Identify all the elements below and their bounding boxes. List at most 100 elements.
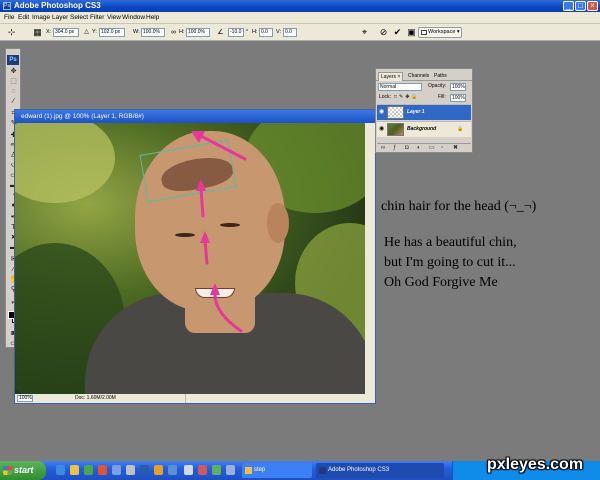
blend-mode-select[interactable]: Normal xyxy=(378,83,422,91)
vertical-scrollbar[interactable] xyxy=(365,123,375,394)
quicklaunch-extra4-icon[interactable] xyxy=(168,465,177,475)
angle-field[interactable]: -10.0 xyxy=(228,28,244,37)
layer-thumbnail-photo xyxy=(387,123,404,136)
eye-icon[interactable]: ◉ xyxy=(379,126,385,132)
h-skew-field[interactable]: 0.0 xyxy=(259,28,273,37)
layers-panel-tabs: Layers × Channels Paths xyxy=(376,71,472,81)
annotation-arrows xyxy=(191,131,247,333)
menu-window[interactable]: Window xyxy=(122,14,145,22)
quicklaunch-media-icon[interactable] xyxy=(84,465,93,475)
warp-icon[interactable]: ⌖ xyxy=(359,27,370,38)
link-layers-icon[interactable]: ∞ xyxy=(381,145,385,152)
layer-mask-icon[interactable]: ◘ xyxy=(405,145,409,152)
task-label: step xyxy=(254,467,266,473)
layer-name[interactable]: Layer 1 xyxy=(407,109,425,116)
quicklaunch-extra6-icon[interactable] xyxy=(198,465,207,475)
quicklaunch-ie-icon[interactable] xyxy=(56,465,65,475)
relative-position-icon[interactable]: △ xyxy=(81,27,92,38)
layer-row-layer-1[interactable]: ◉ Layer 1 xyxy=(377,104,471,120)
marquee-tool-icon[interactable]: ⬚ xyxy=(8,77,19,86)
quicklaunch-extra3-icon[interactable] xyxy=(154,465,163,475)
move-tool-preset-icon[interactable]: ⊹ xyxy=(6,27,17,38)
minimize-button[interactable]: _ xyxy=(563,1,574,11)
menu-help[interactable]: Help xyxy=(146,14,159,22)
doc-info[interactable]: Doc: 1.60M/2.00M xyxy=(75,394,116,403)
magic-wand-tool-icon[interactable]: ⁄ xyxy=(8,97,19,106)
layers-panel: Layers × Channels Paths Normal Opacity: … xyxy=(375,68,473,153)
watermark: pxleyes.com xyxy=(487,456,584,473)
quicklaunch-folder-icon[interactable] xyxy=(70,465,79,475)
menu-edit[interactable]: Edit xyxy=(18,14,29,22)
menu-file[interactable]: File xyxy=(4,14,14,22)
quicklaunch-app-icon[interactable] xyxy=(98,465,107,475)
quicklaunch-extra5-icon[interactable] xyxy=(184,465,193,475)
quicklaunch-extra2-icon[interactable] xyxy=(140,465,149,475)
photoshop-logo-icon: Ps xyxy=(3,2,11,10)
lock-label: Lock: xyxy=(379,94,391,100)
quicklaunch-desktop-icon[interactable] xyxy=(112,465,121,475)
y-field[interactable]: 102.0 px xyxy=(99,28,125,37)
eye-icon[interactable]: ◉ xyxy=(379,109,385,115)
x-field[interactable]: 304.0 px xyxy=(53,28,79,37)
menu-layer[interactable]: Layer xyxy=(52,14,68,22)
new-layer-icon[interactable]: ▫ xyxy=(441,145,443,152)
quicklaunch-extra7-icon[interactable] xyxy=(212,465,221,475)
move-tool-icon[interactable]: ✥ xyxy=(8,67,19,76)
tab-layers[interactable]: Layers × xyxy=(378,72,404,81)
lasso-tool-icon[interactable]: ◌ xyxy=(8,87,19,96)
start-label: start xyxy=(14,465,34,475)
zoom-field[interactable]: 100% xyxy=(17,395,33,402)
menu-bar: File Edit Image Layer Select Filter View… xyxy=(0,12,600,24)
caption-line-4: Oh God Forgive Me xyxy=(384,275,498,290)
menu-filter[interactable]: Filter xyxy=(90,14,104,22)
tab-channels[interactable]: Channels xyxy=(406,72,431,81)
layer-name[interactable]: Background xyxy=(407,126,436,133)
adjustment-layer-icon[interactable]: ◐ xyxy=(417,145,421,152)
document-title[interactable]: edward (1).jpg @ 100% (Layer 1, RGB/8#) xyxy=(15,110,375,123)
opacity-field[interactable]: 100% xyxy=(450,83,466,91)
arrowhead-3 xyxy=(196,179,206,191)
cancel-transform-icon[interactable]: ⊘ xyxy=(378,27,389,38)
task-step[interactable]: step xyxy=(242,463,312,478)
start-button[interactable]: start xyxy=(0,461,46,480)
height-field[interactable]: 100.0% xyxy=(186,28,210,37)
width-field[interactable]: 100.0% xyxy=(141,28,165,37)
folder-icon xyxy=(245,467,252,474)
task-photoshop[interactable]: Adobe Photoshop CS3 xyxy=(316,463,444,478)
quicklaunch-extra8-icon[interactable] xyxy=(226,465,235,475)
caption-line-2: He has a beautiful chin, xyxy=(384,235,517,250)
bridge-icon[interactable]: ▣ xyxy=(406,27,417,38)
arrow-middle-up xyxy=(203,239,209,265)
link-icon[interactable]: ∞ xyxy=(168,27,179,38)
rotate-icon: ∠ xyxy=(217,29,224,36)
fill-field[interactable]: 100% xyxy=(450,94,466,102)
arrow-chin-curve xyxy=(213,293,243,333)
workspace-button[interactable]: Workspace ▾ xyxy=(418,27,462,38)
windows-flag-icon xyxy=(3,466,12,475)
arrowhead-2 xyxy=(200,231,210,243)
reference-point-icon[interactable]: ▦ xyxy=(32,27,43,38)
workspace-icon xyxy=(421,30,427,35)
menu-select[interactable]: Select xyxy=(70,14,88,22)
quicklaunch-extra-icon[interactable] xyxy=(126,465,135,475)
image-canvas[interactable] xyxy=(15,123,375,394)
commit-transform-icon[interactable]: ✔ xyxy=(392,27,403,38)
new-group-icon[interactable]: ▭ xyxy=(429,145,435,152)
options-bar: ⊹ ▦ X: 304.0 px △ Y: 102.0 px W: 100.0% … xyxy=(0,24,600,41)
arrow-top-left xyxy=(197,133,247,161)
horizontal-scrollbar[interactable] xyxy=(185,394,365,403)
menu-image[interactable]: Image xyxy=(32,14,50,22)
layer-style-icon[interactable]: ƒ xyxy=(393,145,396,152)
layers-panel-footer: ∞ ƒ ◘ ◐ ▭ ▫ ✖ xyxy=(377,143,471,152)
delete-layer-icon[interactable]: ✖ xyxy=(453,145,458,152)
menu-view[interactable]: View xyxy=(107,14,121,22)
lock-icons[interactable]: □✎✥🔒 xyxy=(394,94,420,101)
fill-label: Fill: xyxy=(438,94,446,100)
tab-paths[interactable]: Paths xyxy=(432,72,449,81)
maximize-button[interactable]: □ xyxy=(575,1,586,11)
opacity-label: Opacity: xyxy=(428,83,447,89)
v-skew-field[interactable]: 0.0 xyxy=(283,28,297,37)
layer-thumbnail-transparent xyxy=(387,106,404,119)
close-button[interactable]: × xyxy=(587,1,598,11)
layer-row-background[interactable]: ◉ Background 🔒 xyxy=(377,121,471,137)
